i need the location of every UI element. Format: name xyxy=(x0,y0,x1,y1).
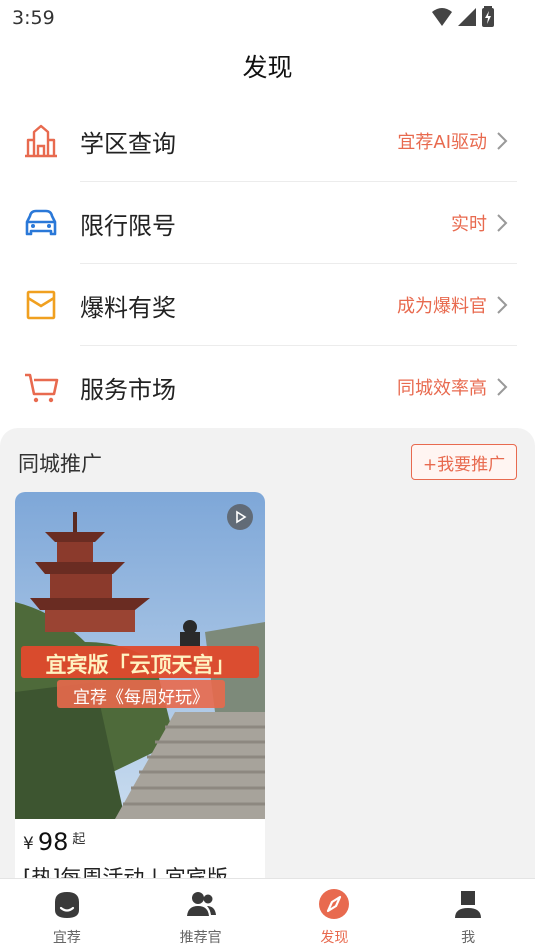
price-suffix: 起 xyxy=(72,832,86,847)
chevron-right-icon xyxy=(497,378,508,396)
status-icons xyxy=(431,6,495,28)
menu-item-subtitle: 宜荐AI驱动 xyxy=(397,132,487,153)
tab-label: 发现 xyxy=(320,930,349,946)
menu-item-label: 限行限号 xyxy=(80,212,176,240)
person-icon xyxy=(455,891,482,918)
chevron-right-icon xyxy=(497,214,508,232)
tab-label: 宜荐 xyxy=(52,930,81,946)
price-value: 98 xyxy=(37,828,69,856)
battery-icon xyxy=(482,6,494,27)
promote-button[interactable]: +我要推广 xyxy=(411,444,517,480)
price: ¥ 98 起 xyxy=(23,828,85,856)
tab-me[interactable]: 我 xyxy=(401,879,535,952)
tab-discover[interactable]: 发现 xyxy=(268,879,402,952)
school-building-icon xyxy=(25,124,57,158)
menu-item-traffic-restriction[interactable]: 限行限号 实时 xyxy=(0,182,535,264)
currency-symbol: ¥ xyxy=(23,834,34,854)
tab-yijian[interactable]: 宜荐 xyxy=(0,879,134,952)
wifi-icon xyxy=(432,8,452,26)
menu-item-news-tip[interactable]: 爆料有奖 成为爆料官 xyxy=(0,264,535,346)
chevron-right-icon xyxy=(497,296,508,314)
discover-menu: 学区查询 宜荐AI驱动 限行限号 实时 爆料有奖 成为爆料官 服务市场 同城效率… xyxy=(0,100,535,428)
compass-icon xyxy=(319,889,350,919)
envelope-icon xyxy=(26,290,56,320)
chevron-right-icon xyxy=(497,132,508,150)
local-promotion-section: 同城推广 +我要推广 宜宾版「云顶天宫」 宜荐《每周好玩》 ¥ 98 起 xyxy=(0,428,535,892)
menu-item-subtitle: 成为爆料官 xyxy=(397,296,487,317)
section-title: 同城推广 xyxy=(18,452,102,476)
menu-item-school-district[interactable]: 学区查询 宜荐AI驱动 xyxy=(0,100,535,182)
menu-item-subtitle: 同城效率高 xyxy=(397,378,487,399)
menu-item-subtitle: 实时 xyxy=(451,214,487,235)
promo-card[interactable]: 宜宾版「云顶天宫」 宜荐《每周好玩》 ¥ 98 起 [热]每周活动 | 宜宾版 xyxy=(15,492,265,892)
home-face-icon xyxy=(54,892,79,918)
banner-text-1: 宜宾版「云顶天宫」 xyxy=(45,653,235,677)
bottom-tab-bar: 宜荐 推荐官 发现 我 xyxy=(0,878,535,952)
banner-text-2: 宜荐《每周好玩》 xyxy=(73,688,209,708)
status-time: 3:59 xyxy=(12,7,55,29)
menu-item-label: 学区查询 xyxy=(80,130,176,158)
car-icon xyxy=(25,209,57,236)
menu-item-service-market[interactable]: 服务市场 同城效率高 xyxy=(0,346,535,428)
cart-icon xyxy=(25,373,59,403)
menu-item-label: 服务市场 xyxy=(80,376,176,404)
signal-icon xyxy=(458,8,476,26)
status-bar: 3:59 xyxy=(0,0,535,36)
tab-label: 推荐官 xyxy=(179,930,222,946)
menu-item-label: 爆料有奖 xyxy=(80,294,176,322)
people-icon xyxy=(186,892,216,916)
play-icon[interactable] xyxy=(227,504,253,530)
tab-recommender[interactable]: 推荐官 xyxy=(134,879,268,952)
page-title: 发现 xyxy=(242,53,293,82)
tab-label: 我 xyxy=(461,930,476,946)
